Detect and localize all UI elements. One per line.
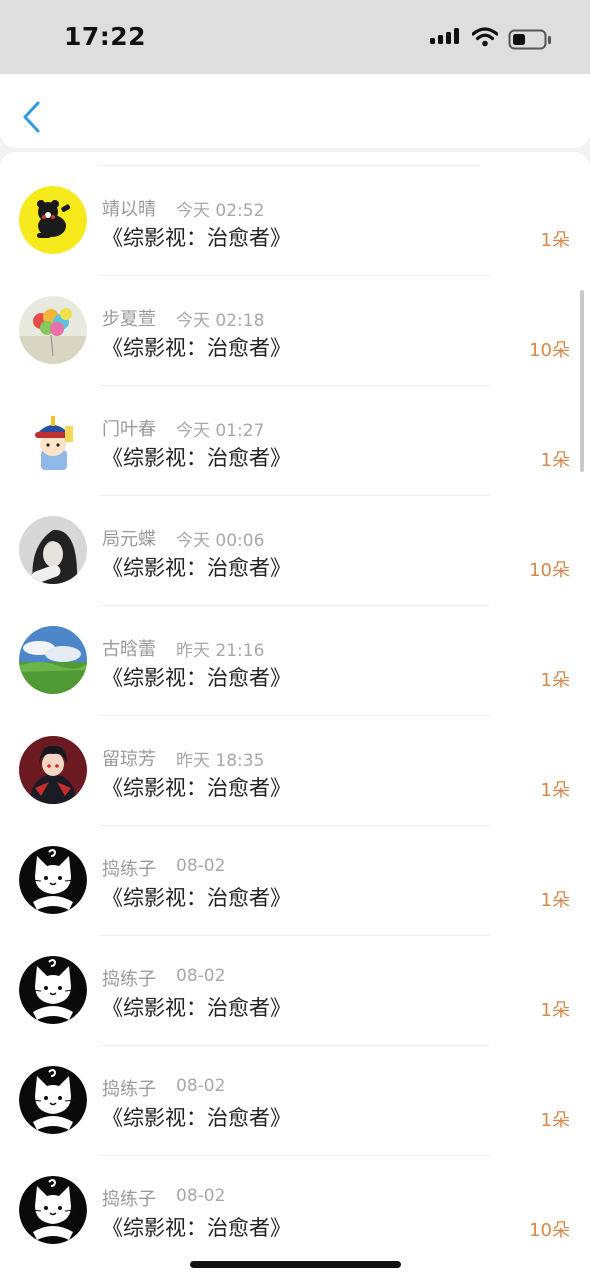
user-name: 局元蝶 (102, 529, 156, 550)
gift-time: 08-02 (176, 1186, 226, 1206)
cartoon-boy-avatar (19, 406, 87, 474)
list-item[interactable]: 局元蝶 今天 00:06 《综影视：治愈者》 10朵 (0, 496, 590, 606)
gift-time: 今天 02:52 (176, 201, 265, 221)
gift-time: 08-02 (176, 966, 226, 986)
gift-time: 08-02 (176, 1076, 226, 1096)
user-name: 留琼芳 (102, 749, 156, 770)
book-title[interactable]: 《综影视：治愈者》 (102, 442, 291, 472)
avatar[interactable] (19, 186, 87, 254)
chevron-left-icon (23, 101, 40, 133)
gift-time: 今天 01:27 (176, 421, 265, 441)
user-name: 捣练子 (102, 1079, 156, 1100)
balloons-avatar (19, 296, 87, 364)
book-title[interactable]: 《综影视：治愈者》 (102, 772, 291, 802)
avatar[interactable] (19, 736, 87, 804)
cat-avatar (19, 846, 87, 914)
gift-amount: 1朵 (540, 230, 570, 251)
user-name: 门叶春 (102, 419, 156, 440)
avatar[interactable] (19, 296, 87, 364)
gift-time: 今天 02:18 (176, 311, 265, 331)
gift-record-list[interactable]: 靖以晴 今天 02:52 《综影视：治愈者》 1朵 步夏萱 今天 02:18 《… (0, 152, 590, 1280)
back-button[interactable] (18, 100, 48, 134)
list-item[interactable]: 步夏萱 今天 02:18 《综影视：治愈者》 10朵 (0, 276, 590, 386)
avatar[interactable] (19, 1176, 87, 1244)
user-name: 靖以晴 (102, 199, 156, 220)
gift-amount: 10朵 (529, 1220, 570, 1241)
list-item[interactable]: 留琼芳 昨天 18:35 《综影视：治愈者》 1朵 (0, 716, 590, 826)
home-indicator[interactable] (190, 1261, 401, 1268)
cat-avatar (19, 1066, 87, 1134)
signal-icon (430, 28, 459, 44)
user-name: 捣练子 (102, 1189, 156, 1210)
book-title[interactable]: 《综影视：治愈者》 (102, 882, 291, 912)
book-title[interactable]: 《综影视：治愈者》 (102, 992, 291, 1022)
woman-portrait-avatar (19, 516, 87, 584)
user-name: 捣练子 (102, 969, 156, 990)
book-title[interactable]: 《综影视：治愈者》 (102, 1212, 291, 1242)
avatar[interactable] (19, 626, 87, 694)
gift-amount: 1朵 (540, 670, 570, 691)
gift-amount: 1朵 (540, 1110, 570, 1131)
cat-avatar (19, 956, 87, 1024)
gift-amount: 10朵 (529, 560, 570, 581)
avatar[interactable] (19, 956, 87, 1024)
user-name: 古晗蕾 (102, 639, 156, 660)
gift-time: 今天 00:06 (176, 531, 265, 551)
gift-amount: 10朵 (529, 340, 570, 361)
book-title[interactable]: 《综影视：治愈者》 (102, 662, 291, 692)
book-title[interactable]: 《综影视：治愈者》 (102, 222, 291, 252)
gift-amount: 1朵 (540, 1000, 570, 1021)
gift-amount: 1朵 (540, 780, 570, 801)
gift-amount: 1朵 (540, 890, 570, 911)
avatar[interactable] (19, 846, 87, 914)
book-title[interactable]: 《综影视：治愈者》 (102, 1102, 291, 1132)
list-item[interactable]: 古晗蕾 昨天 21:16 《综影视：治愈者》 1朵 (0, 606, 590, 716)
user-name: 步夏萱 (102, 309, 156, 330)
avatar[interactable] (19, 516, 87, 584)
wifi-icon (472, 27, 498, 47)
gift-time: 昨天 21:16 (176, 641, 265, 661)
list-item[interactable]: 捣练子 08-02 《综影视：治愈者》 1朵 (0, 1046, 590, 1156)
list-item[interactable]: 捣练子 08-02 《综影视：治愈者》 10朵 (0, 1156, 590, 1266)
battery-icon (508, 29, 551, 50)
avatar[interactable] (19, 406, 87, 474)
gift-time: 08-02 (176, 856, 226, 876)
status-bar: 17:22 (0, 0, 590, 74)
user-name: 捣练子 (102, 859, 156, 880)
landscape-avatar (19, 626, 87, 694)
list-item[interactable]: 门叶春 今天 01:27 《综影视：治愈者》 1朵 (0, 386, 590, 496)
list-item[interactable]: 捣练子 08-02 《综影视：治愈者》 1朵 (0, 826, 590, 936)
cat-avatar (19, 1176, 87, 1244)
book-title[interactable]: 《综影视：治愈者》 (102, 332, 291, 362)
book-title[interactable]: 《综影视：治愈者》 (102, 552, 291, 582)
list-item[interactable]: 捣练子 08-02 《综影视：治愈者》 1朵 (0, 936, 590, 1046)
avatar[interactable] (19, 1066, 87, 1134)
anime-avatar (19, 736, 87, 804)
scrollbar[interactable] (580, 290, 584, 472)
navigation-bar (0, 74, 590, 148)
gift-time: 昨天 18:35 (176, 751, 265, 771)
yellow-bear-avatar (19, 186, 87, 254)
gift-amount: 1朵 (540, 450, 570, 471)
status-time: 17:22 (64, 22, 147, 51)
list-item[interactable]: 靖以晴 今天 02:52 《综影视：治愈者》 1朵 (0, 166, 590, 276)
